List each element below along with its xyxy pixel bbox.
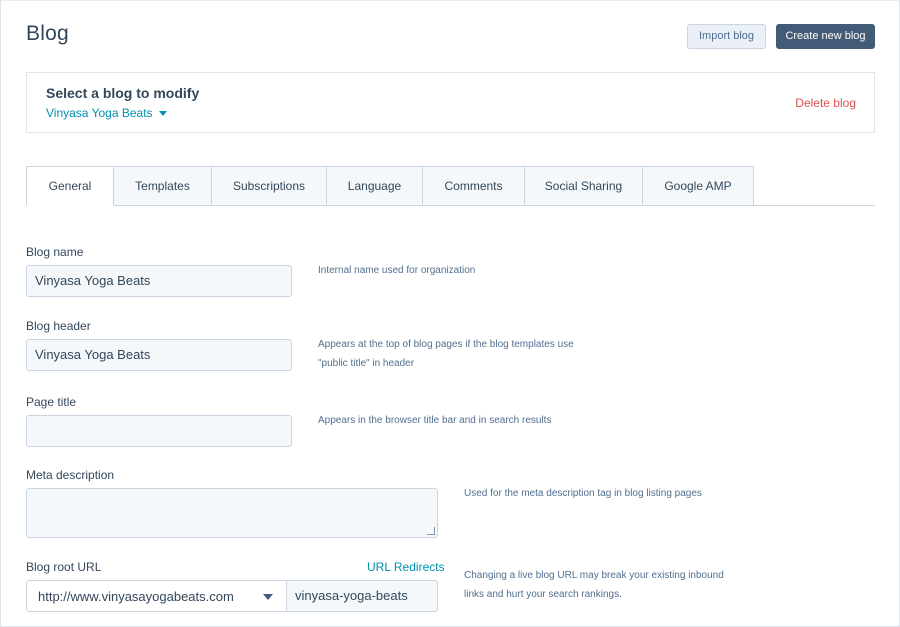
blog-selector-panel: Select a blog to modify Vinyasa Yoga Bea… [26,72,875,133]
resize-handle-icon[interactable] [427,527,435,535]
tab-social-sharing[interactable]: Social Sharing [525,166,643,206]
delete-blog-link[interactable]: Delete blog [795,96,856,110]
blog-header-input[interactable]: Vinyasa Yoga Beats [26,339,292,371]
settings-tabs: General Templates Subscriptions Language… [26,166,875,206]
tab-language[interactable]: Language [327,166,423,206]
blog-header-label: Blog header [26,319,91,333]
blog-name-input[interactable]: Vinyasa Yoga Beats [26,265,292,297]
blog-root-url-label: Blog root URL [26,560,102,574]
tab-comments[interactable]: Comments [423,166,525,206]
blog-selector-heading: Select a blog to modify [46,85,200,101]
tab-templates[interactable]: Templates [114,166,212,206]
blog-root-url-help-line2: links and hurt your search rankings. [464,589,622,600]
blog-root-url-help: Changing a live blog URL may break your … [464,566,724,604]
page-title: Blog [26,22,69,45]
domain-select[interactable]: http://www.vinyasayogabeats.com [26,580,287,612]
create-new-blog-button[interactable]: Create new blog [776,24,875,49]
meta-description-help: Used for the meta description tag in blo… [464,488,702,499]
domain-select-value: http://www.vinyasayogabeats.com [38,589,234,604]
page-title-help: Appears in the browser title bar and in … [318,415,552,426]
tab-general[interactable]: General [26,166,114,206]
blog-root-url-help-line1: Changing a live blog URL may break your … [464,570,724,581]
blog-header-help: Appears at the top of blog pages if the … [318,335,574,373]
caret-down-icon [158,111,167,117]
blog-name-label: Blog name [26,245,84,259]
selected-blog-label: Vinyasa Yoga Beats [46,106,153,120]
blog-header-help-line2: "public title" in header [318,358,415,369]
blog-selector-dropdown[interactable]: Vinyasa Yoga Beats [46,106,167,120]
url-slug-input[interactable]: vinyasa-yoga-beats [286,580,438,612]
tab-google-amp[interactable]: Google AMP [643,166,754,206]
page-title-label: Page title [26,395,77,409]
page-title-input[interactable] [26,415,292,447]
meta-description-textarea[interactable] [26,488,438,538]
caret-down-icon [263,594,273,600]
url-redirects-link[interactable]: URL Redirects [367,560,445,574]
meta-description-label: Meta description [26,468,115,482]
tab-subscriptions[interactable]: Subscriptions [212,166,327,206]
blog-header-help-line1: Appears at the top of blog pages if the … [318,339,574,350]
blog-name-help: Internal name used for organization [318,265,476,276]
import-blog-button[interactable]: Import blog [687,24,766,49]
